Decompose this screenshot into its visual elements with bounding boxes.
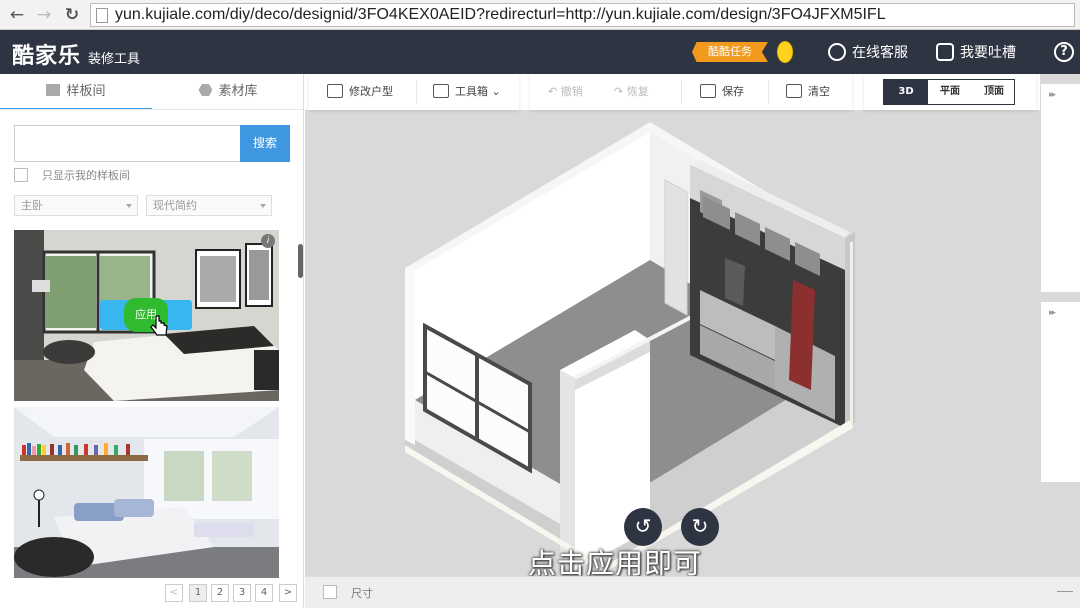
pagination-next[interactable]: >: [279, 584, 297, 602]
apply-button[interactable]: 应用: [100, 298, 192, 332]
undo-icon: ↶: [548, 85, 561, 98]
address-bar[interactable]: yun.kujiale.com/diy/deco/designid/3FO4KE…: [90, 3, 1075, 27]
broom-icon: [786, 84, 802, 98]
pagination-page-2[interactable]: 2: [211, 584, 229, 602]
save-icon: [700, 84, 716, 98]
view-plan-button[interactable]: 平面: [928, 80, 972, 104]
model-room-thumbnail-1[interactable]: 应用 i: [14, 230, 279, 401]
right-panel-card-top: ▸▸: [1041, 84, 1080, 292]
info-icon[interactable]: i: [261, 234, 275, 248]
3d-canvas[interactable]: ↺ ↻: [305, 110, 1040, 576]
clear-label: 清空: [808, 85, 830, 98]
right-panel-card-bottom: ▸▸: [1041, 302, 1080, 482]
headset-icon: [828, 43, 846, 61]
chevron-down-icon: [260, 204, 266, 208]
search-button[interactable]: 搜索: [240, 125, 290, 162]
toolbox-icon: [433, 84, 449, 98]
room-type-select[interactable]: 主卧: [14, 195, 138, 216]
bottom-bar: 尺寸: [305, 576, 1080, 608]
room-type-value: 主卧: [21, 199, 43, 212]
left-panel: 样板间 素材库 搜索 只显示我的样板间 主卧 现代简约 应用 i < 1 2 3…: [0, 74, 304, 608]
coin-icon[interactable]: [777, 41, 793, 63]
customer-service-button[interactable]: 在线客服: [828, 42, 908, 62]
hand-cursor-icon: [150, 315, 168, 336]
zoom-out-icon[interactable]: [1057, 591, 1073, 592]
show-size-label: 尺寸: [351, 587, 373, 600]
help-icon[interactable]: ?: [1054, 42, 1074, 62]
redo-label: 恢复: [626, 85, 649, 98]
toolbar-divider: [416, 80, 417, 104]
chevron-down-icon: [126, 204, 132, 208]
toolbar-divider: [681, 80, 682, 104]
toolbar-divider: [768, 80, 769, 104]
tab-divider: [0, 109, 304, 110]
browser-toolbar: ← → ↻ yun.kujiale.com/diy/deco/designid/…: [0, 0, 1080, 30]
pagination-page-3[interactable]: 3: [233, 584, 251, 602]
undo-label: 撤销: [560, 85, 583, 98]
toolbox-button[interactable]: 工具箱 ⌄: [433, 74, 501, 110]
pagination-page-4[interactable]: 4: [255, 584, 273, 602]
feedback-label: 我要吐槽: [960, 45, 1016, 61]
tab-material-library[interactable]: 素材库: [152, 74, 304, 110]
toolbox-label: 工具箱: [455, 85, 488, 98]
cube-icon: [198, 84, 213, 96]
task-badge[interactable]: 酷酷任务: [692, 42, 768, 62]
search-input[interactable]: [14, 125, 241, 162]
reload-icon[interactable]: ↻: [61, 4, 83, 26]
rotate-right-button[interactable]: ↻: [681, 508, 719, 546]
toolbar-action-group: ↶ 撤销 ↷ 恢复 保存 清空: [530, 74, 852, 110]
expand-icon[interactable]: ▸▸: [1049, 90, 1056, 100]
url-text: yun.kujiale.com/diy/deco/designid/3FO4KE…: [115, 6, 886, 23]
edit-layout-button[interactable]: 修改户型: [327, 74, 393, 110]
show-size-checkbox[interactable]: [323, 585, 337, 599]
pagination-prev[interactable]: <: [165, 584, 183, 602]
edit-layout-label: 修改户型: [349, 85, 393, 98]
bedroom-render-image: [14, 407, 279, 578]
only-mine-checkbox[interactable]: [14, 168, 28, 182]
view-switch: 3D 平面 顶面: [883, 79, 1015, 105]
tab-model-rooms[interactable]: 样板间: [0, 74, 152, 110]
view-ceiling-button[interactable]: 顶面: [972, 80, 1016, 104]
save-label: 保存: [722, 85, 744, 98]
undo-button[interactable]: ↶ 撤销: [548, 74, 583, 110]
customer-service-label: 在线客服: [852, 45, 908, 61]
page-icon: [96, 8, 108, 23]
app-header: 酷家乐 装修工具 酷酷任务 在线客服 我要吐槽 ?: [0, 30, 1080, 74]
only-mine-label: 只显示我的样板间: [42, 169, 130, 182]
back-arrow-icon[interactable]: ←: [6, 4, 28, 26]
save-button[interactable]: 保存: [700, 74, 744, 110]
tab-model-rooms-label: 样板间: [66, 84, 106, 99]
expand-icon[interactable]: ▸▸: [1049, 308, 1056, 318]
feedback-button[interactable]: 我要吐槽: [936, 42, 1016, 62]
clear-button[interactable]: 清空: [786, 74, 830, 110]
logo[interactable]: 酷家乐: [12, 38, 81, 70]
rotate-left-button[interactable]: ↺: [624, 508, 662, 546]
style-value: 现代简约: [153, 199, 197, 212]
logo-subtitle: 装修工具: [88, 52, 141, 67]
room-3d-render: [405, 122, 855, 572]
tab-material-library-label: 素材库: [218, 84, 258, 99]
forward-arrow-icon[interactable]: →: [33, 4, 55, 26]
chat-bubble-icon: [936, 43, 954, 61]
model-room-thumbnail-2[interactable]: [14, 407, 279, 578]
view-3d-button[interactable]: 3D: [884, 80, 928, 104]
right-panel: ▸▸ ▸▸: [1040, 74, 1080, 576]
style-select[interactable]: 现代简约: [146, 195, 272, 216]
pagination-page-1[interactable]: 1: [189, 584, 207, 602]
paint-roller-icon: [46, 84, 61, 96]
redo-button[interactable]: ↷ 恢复: [614, 74, 649, 110]
scrollbar-thumb[interactable]: [298, 244, 303, 278]
redo-icon: ↷: [614, 85, 627, 98]
toolbar-edit-group: 修改户型 工具箱 ⌄: [309, 74, 519, 110]
chevron-down-icon: ⌄: [488, 85, 501, 98]
floorplan-icon: [327, 84, 343, 98]
